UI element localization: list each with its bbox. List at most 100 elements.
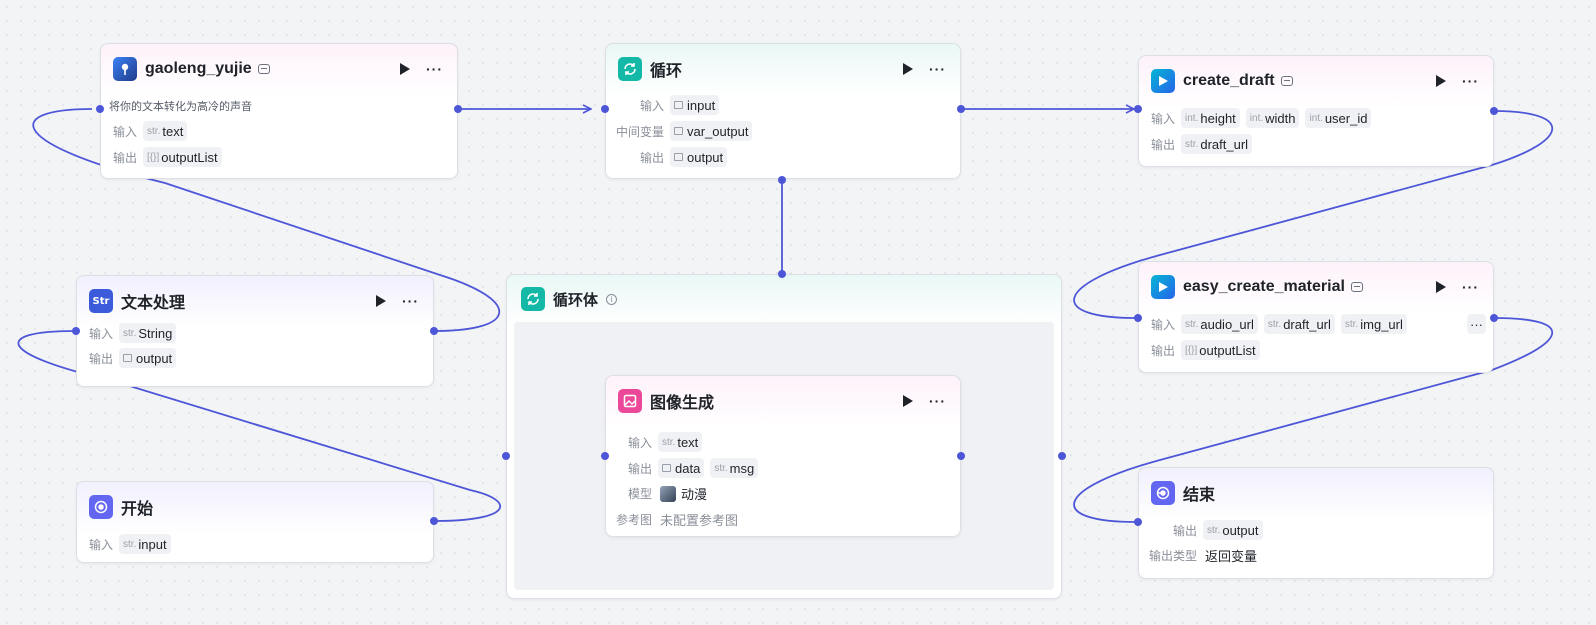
output-label: 输出	[639, 150, 664, 165]
input-param: str. text	[143, 121, 188, 141]
more-params-button[interactable]: ···	[1467, 314, 1486, 334]
input-param-width: int. width	[1245, 108, 1300, 128]
output-type-value: 返回变量	[1205, 549, 1258, 564]
output-param: output	[119, 348, 177, 368]
run-icon[interactable]	[903, 63, 913, 75]
plugin-badge-icon	[257, 64, 270, 74]
run-icon[interactable]	[376, 295, 386, 307]
port-easy-material-in[interactable]	[1134, 314, 1142, 322]
input-label: 输入	[1151, 317, 1176, 332]
output-type-label: 输出类型	[1149, 549, 1198, 563]
input-param-user-id: int. user_id	[1305, 108, 1372, 128]
more-icon[interactable]: ···	[402, 294, 419, 308]
input-param-audio-url: str. audio_url	[1181, 314, 1258, 334]
input-param-img-url: str. img_url	[1340, 314, 1407, 334]
node-title: 循环体	[553, 291, 599, 309]
input-param-height: int. height	[1181, 108, 1240, 128]
node-title: 开始	[121, 501, 154, 518]
input-label: 输入	[1151, 111, 1176, 126]
node-title: 循环	[650, 63, 683, 80]
run-icon[interactable]	[1436, 75, 1446, 87]
port-gaoleng-in[interactable]	[96, 105, 104, 113]
output-param: str. draft_url	[1181, 134, 1253, 154]
input-label: 输入	[639, 98, 664, 113]
run-icon[interactable]	[400, 63, 410, 75]
port-gaoleng-out[interactable]	[454, 105, 462, 113]
port-loop-out[interactable]	[957, 105, 965, 113]
info-icon[interactable]: i	[606, 293, 618, 305]
plugin-badge-icon	[1280, 76, 1293, 86]
output-param: str. output	[1203, 520, 1263, 540]
image-generate-icon	[618, 389, 642, 413]
node-image-generate[interactable]: 图像生成 ··· 输入 str. text 输出 data str. msg 模型 …	[605, 375, 961, 537]
variable-param: var_output	[670, 121, 753, 141]
port-start-out[interactable]	[430, 517, 438, 525]
port-text-proc-out[interactable]	[430, 327, 438, 335]
output-param: [{}] outputList	[143, 147, 222, 167]
node-title: 结束	[1183, 487, 1216, 504]
more-icon[interactable]: ···	[1462, 74, 1479, 88]
loop-icon	[521, 287, 545, 311]
node-gaoleng-yujie[interactable]: gaoleng_yujie ··· 将你的文本转化为高冷的声音 输入 str. t…	[100, 43, 458, 179]
output-param: [{}] outputList	[1181, 340, 1260, 360]
model-value: 动漫	[681, 487, 708, 502]
play-plugin-icon	[1151, 275, 1175, 299]
model-avatar-icon	[660, 485, 676, 502]
node-title: 文本处理	[121, 295, 186, 312]
output-label: 输出	[627, 461, 652, 476]
port-image-gen-out[interactable]	[957, 452, 965, 460]
end-icon	[1151, 481, 1175, 505]
input-param: str. text	[658, 432, 703, 452]
run-icon[interactable]	[1436, 281, 1446, 293]
more-icon[interactable]: ···	[929, 394, 946, 408]
more-icon[interactable]: ···	[426, 62, 443, 76]
loop-icon	[618, 57, 642, 81]
reference-label: 参考图	[616, 513, 653, 527]
node-text-process[interactable]: Str 文本处理 ··· 输入 str. String 输出 output	[76, 275, 434, 387]
port-loop-bottom[interactable]	[778, 176, 786, 184]
port-end-in[interactable]	[1134, 518, 1142, 526]
output-param-data: data	[658, 458, 705, 478]
port-loop-body-top[interactable]	[778, 270, 786, 278]
output-label: 输出	[1151, 343, 1176, 358]
port-image-gen-in[interactable]	[601, 452, 609, 460]
input-param: str. String	[119, 323, 177, 343]
port-loop-in[interactable]	[601, 105, 609, 113]
node-title: create_draft	[1183, 72, 1275, 89]
node-end[interactable]: 结束 输出 str. output 输出类型 返回变量	[1138, 467, 1494, 579]
node-easy-create-material[interactable]: easy_create_material ··· 输入 str. audio_ur…	[1138, 261, 1494, 373]
port-loop-body-left[interactable]	[502, 452, 510, 460]
port-text-proc-in[interactable]	[72, 327, 80, 335]
port-easy-material-out[interactable]	[1490, 314, 1498, 322]
input-label: 输入	[627, 435, 652, 450]
port-create-draft-out[interactable]	[1490, 107, 1498, 115]
output-label: 输出	[113, 150, 138, 165]
play-plugin-icon	[1151, 69, 1175, 93]
reference-value: 未配置参考图	[660, 513, 739, 528]
voice-avatar-icon	[113, 57, 137, 81]
input-param: input	[670, 95, 720, 115]
output-label: 输出	[1172, 523, 1197, 538]
model-label: 模型	[627, 487, 652, 501]
port-create-draft-in[interactable]	[1134, 105, 1142, 113]
input-label: 输入	[89, 326, 114, 341]
text-process-icon: Str	[89, 289, 113, 313]
plugin-badge-icon	[1350, 282, 1363, 292]
more-icon[interactable]: ···	[1462, 280, 1479, 294]
node-start[interactable]: 开始 输入 str. input	[76, 481, 434, 563]
variable-label: 中间变量	[616, 124, 665, 139]
node-title: gaoleng_yujie	[145, 60, 252, 77]
more-icon[interactable]: ···	[929, 62, 946, 76]
node-description: 将你的文本转化为高冷的声音	[109, 101, 252, 113]
start-icon	[89, 495, 113, 519]
node-loop[interactable]: 循环 ··· 输入 input 中间变量 var_output 输出 outpu…	[605, 43, 961, 179]
run-icon[interactable]	[903, 395, 913, 407]
node-create-draft[interactable]: create_draft ··· 输入 int. height int. width…	[1138, 55, 1494, 167]
output-label: 输出	[89, 351, 114, 366]
node-title: 图像生成	[650, 395, 715, 412]
output-label: 输出	[1151, 137, 1176, 152]
input-param-draft-url: str. draft_url	[1263, 314, 1335, 334]
output-param: output	[670, 147, 728, 167]
port-loop-body-right[interactable]	[1058, 452, 1066, 460]
node-title: easy_create_material	[1183, 278, 1345, 295]
